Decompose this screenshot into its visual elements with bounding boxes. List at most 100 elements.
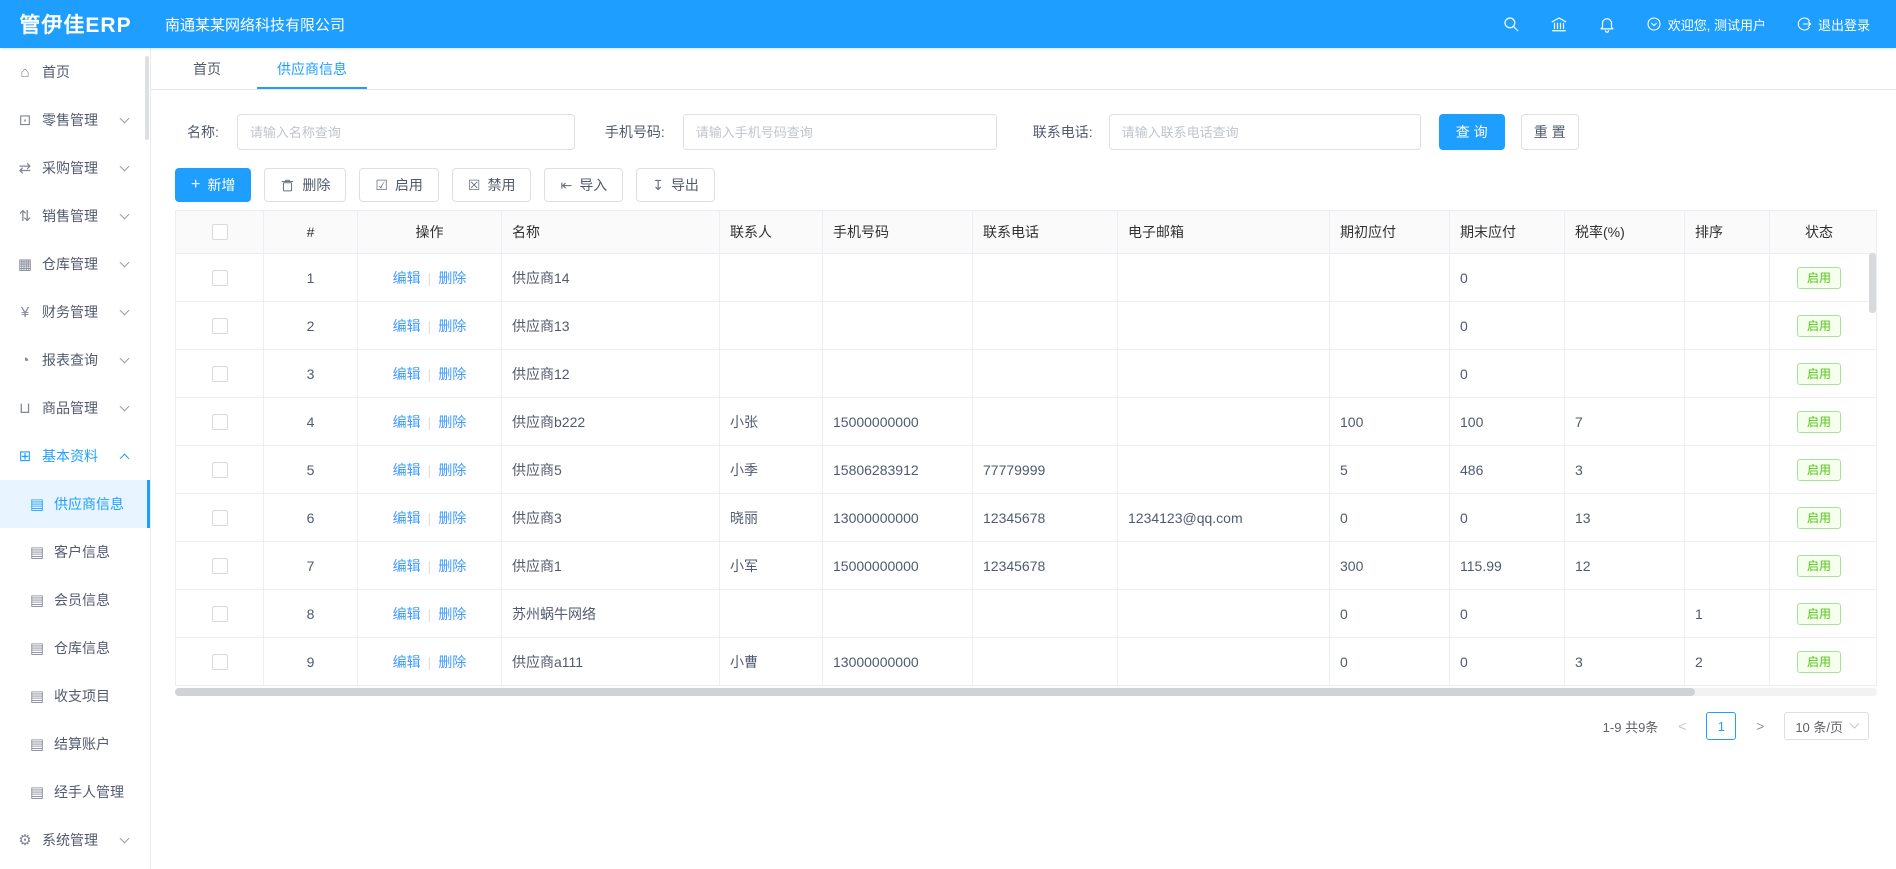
cell-phone — [823, 590, 973, 637]
sidebar-subitem[interactable]: ▤ 客户信息 — [0, 528, 150, 576]
edit-link[interactable]: 编辑 — [393, 604, 421, 624]
disable-button[interactable]: ☒ 禁用 — [452, 168, 532, 202]
row-checkbox[interactable] — [212, 318, 228, 334]
table-row: 7 编辑 | 删除 供应商1 小军 15000000000 12345678 3… — [176, 542, 1876, 590]
sidebar-subitem[interactable]: ▤ 供应商信息 — [0, 480, 150, 528]
prev-page-button[interactable]: < — [1668, 712, 1696, 740]
row-checkbox[interactable] — [212, 270, 228, 286]
tel-input[interactable] — [1109, 114, 1421, 150]
delete-link[interactable]: 删除 — [438, 652, 466, 672]
export-button[interactable]: ↧ 导出 — [636, 168, 715, 202]
cell-name: 供应商14 — [502, 254, 720, 301]
cell-tax: 7 — [1565, 398, 1685, 445]
chevron-icon — [120, 834, 130, 844]
page-size-select[interactable]: 10 条/页 — [1784, 712, 1869, 740]
page-tab[interactable]: 首页 — [187, 48, 227, 89]
logout-button[interactable]: 退出登录 — [1796, 15, 1870, 34]
delete-link[interactable]: 删除 — [438, 604, 466, 624]
cell-tax — [1565, 254, 1685, 301]
sidebar-subitem[interactable]: ▤ 结算账户 — [0, 720, 150, 768]
edit-link[interactable]: 编辑 — [393, 268, 421, 288]
next-page-button[interactable]: > — [1746, 712, 1774, 740]
name-input[interactable] — [237, 114, 575, 150]
import-button[interactable]: ⇤ 导入 — [544, 168, 623, 202]
edit-link[interactable]: 编辑 — [393, 364, 421, 384]
cell-email — [1118, 254, 1330, 301]
delete-link[interactable]: 删除 — [438, 316, 466, 336]
bell-icon[interactable] — [1598, 15, 1616, 33]
cell-sort — [1685, 302, 1770, 349]
row-checkbox[interactable] — [212, 462, 228, 478]
page-tab[interactable]: 供应商信息 — [271, 48, 353, 89]
sidebar-scrollbar[interactable] — [145, 56, 149, 140]
edit-link[interactable]: 编辑 — [393, 652, 421, 672]
cell-phone: 13000000000 — [823, 494, 973, 541]
chevron-icon — [120, 258, 130, 268]
sidebar-item[interactable]: ¥ 财务管理 — [0, 288, 150, 336]
logout-text: 退出登录 — [1818, 15, 1870, 34]
sidebar-item[interactable]: ⊞ 基本资料 — [0, 432, 150, 480]
cell-sort: 1 — [1685, 590, 1770, 637]
top-bar: 管伊佳ERP 南通某某网络科技有限公司 欢迎您, 测试用户 退出登录 — [0, 0, 1896, 48]
row-checkbox[interactable] — [212, 654, 228, 670]
search-button[interactable]: 查 询 — [1439, 114, 1505, 150]
phone-input[interactable] — [683, 114, 997, 150]
row-checkbox[interactable] — [212, 510, 228, 526]
cell-closing: 0 — [1450, 590, 1565, 637]
sidebar-subitem[interactable]: ▤ 经手人管理 — [0, 768, 150, 816]
edit-link[interactable]: 编辑 — [393, 460, 421, 480]
sidebar-subitem[interactable]: ▤ 收支项目 — [0, 672, 150, 720]
sidebar-item[interactable]: ⇅ 销售管理 — [0, 192, 150, 240]
logout-icon — [1796, 16, 1812, 32]
cell-email: 1234123@qq.com — [1118, 494, 1330, 541]
table-row: 2 编辑 | 删除 供应商13 0 启用 — [176, 302, 1876, 350]
delete-button[interactable]: 删除 — [264, 168, 346, 202]
delete-link[interactable]: 删除 — [438, 556, 466, 576]
table-scrollbar-vertical[interactable] — [1869, 253, 1876, 313]
row-checkbox[interactable] — [212, 414, 228, 430]
row-checkbox[interactable] — [212, 366, 228, 382]
user-menu[interactable]: 欢迎您, 测试用户 — [1646, 15, 1766, 34]
delete-link[interactable]: 删除 — [438, 268, 466, 288]
sidebar-item[interactable]: ◔ 报表查询 — [0, 336, 150, 384]
delete-link[interactable]: 删除 — [438, 412, 466, 432]
edit-link[interactable]: 编辑 — [393, 412, 421, 432]
chevron-icon — [120, 306, 130, 316]
col-closing: 期末应付 — [1450, 211, 1565, 253]
col-name: 名称 — [502, 211, 720, 253]
chevron-icon — [120, 453, 130, 463]
sidebar-subitem[interactable]: ▤ 仓库信息 — [0, 624, 150, 672]
sidebar-item[interactable]: ⊡ 零售管理 — [0, 96, 150, 144]
sidebar-item[interactable]: ▦ 仓库管理 — [0, 240, 150, 288]
edit-link[interactable]: 编辑 — [393, 556, 421, 576]
table-scrollbar-horizontal[interactable] — [175, 688, 1877, 696]
add-button[interactable]: + 新增 — [175, 168, 251, 202]
bank-icon[interactable] — [1550, 15, 1568, 33]
delete-link[interactable]: 删除 — [438, 508, 466, 528]
phone-label: 手机号码: — [605, 122, 665, 142]
page-number-button[interactable]: 1 — [1706, 712, 1736, 740]
edit-link[interactable]: 编辑 — [393, 508, 421, 528]
sidebar-subitem[interactable]: ▤ 会员信息 — [0, 576, 150, 624]
cell-tax — [1565, 590, 1685, 637]
sidebar-item-system[interactable]: ⚙ 系统管理 — [0, 816, 150, 864]
delete-link[interactable]: 删除 — [438, 364, 466, 384]
row-checkbox[interactable] — [212, 558, 228, 574]
select-all-checkbox[interactable] — [212, 224, 228, 240]
sidebar-item[interactable]: ⌂ 首页 — [0, 48, 150, 96]
gear-icon: ⚙ — [16, 831, 34, 849]
search-icon[interactable] — [1502, 15, 1520, 33]
sidebar-menu: ⌂ 首页 ⊡ 零售管理 ⇄ 采购管理 ⇅ 销售管理 — [0, 48, 150, 480]
cell-sort: 2 — [1685, 638, 1770, 685]
cell-tel — [973, 254, 1118, 301]
enable-button[interactable]: ☑ 启用 — [359, 168, 439, 202]
import-icon: ⇤ — [560, 178, 572, 192]
sidebar-item[interactable]: ⊔ 商品管理 — [0, 384, 150, 432]
sidebar-item[interactable]: ⇄ 采购管理 — [0, 144, 150, 192]
row-checkbox[interactable] — [212, 606, 228, 622]
name-label: 名称: — [187, 122, 219, 142]
edit-link[interactable]: 编辑 — [393, 316, 421, 336]
delete-link[interactable]: 删除 — [438, 460, 466, 480]
reset-button[interactable]: 重 置 — [1521, 114, 1579, 150]
sales-icon: ⇅ — [16, 207, 34, 225]
